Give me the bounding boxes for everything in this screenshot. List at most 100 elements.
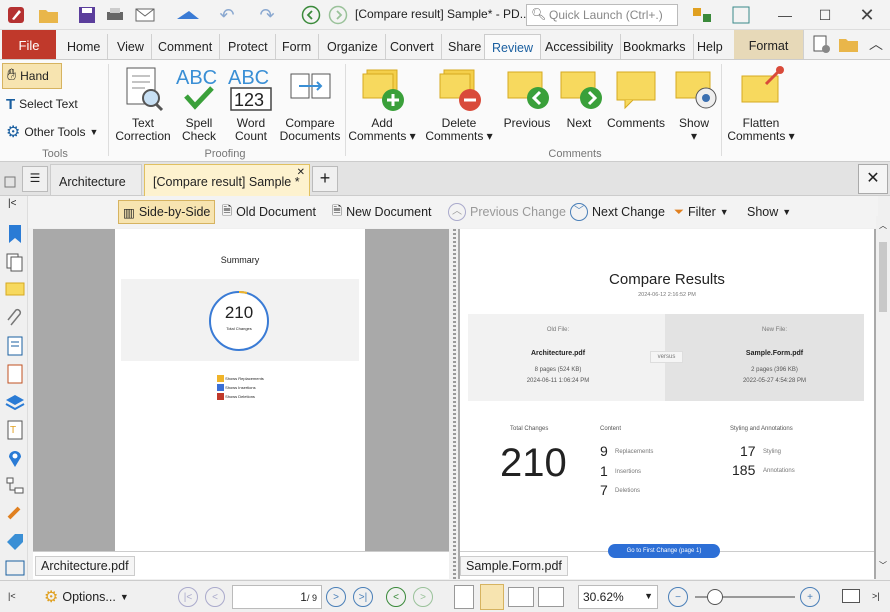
word-count-button[interactable]: ABC 123 Word Count bbox=[226, 64, 276, 143]
single-page-icon[interactable] bbox=[454, 585, 474, 609]
tab-comment[interactable]: Comment bbox=[151, 34, 221, 59]
new-document-button[interactable]: 🗎︎ New Document bbox=[328, 200, 436, 224]
tab-menu-icon[interactable]: ☰ bbox=[22, 166, 48, 192]
close-document-icon[interactable]: ✕ bbox=[858, 164, 888, 194]
scroll-down-icon[interactable]: ﹀ bbox=[879, 560, 887, 571]
left-document-pane[interactable]: Summary 210 Total Changes Shows Replacem… bbox=[33, 229, 449, 579]
flatten-comments-button[interactable]: Flatten Comments ▾ bbox=[724, 64, 798, 143]
minimize-icon[interactable]: — bbox=[770, 3, 800, 27]
vertical-scrollbar[interactable]: ︿ ﹀ bbox=[876, 216, 890, 580]
select-text-button[interactable]: T Select Text bbox=[2, 91, 82, 117]
email-icon[interactable] bbox=[131, 3, 161, 27]
signature-icon[interactable] bbox=[5, 364, 25, 384]
previous-page-icon[interactable]: < bbox=[205, 587, 225, 607]
comments-panel-icon[interactable] bbox=[5, 280, 25, 300]
attachment-icon[interactable] bbox=[5, 308, 25, 328]
quick-launch-search[interactable]: 🔍︎ Quick Launch (Ctrl+.) bbox=[526, 4, 678, 26]
last-page-icon[interactable]: >| bbox=[353, 587, 373, 607]
next-change-button[interactable]: ﹀ Next Change bbox=[566, 200, 669, 224]
zoom-select[interactable]: 30.62% ▼ bbox=[578, 585, 658, 609]
previous-change-button[interactable]: ︿ Previous Change bbox=[444, 200, 570, 224]
tab-bookmarks[interactable]: Bookmarks bbox=[616, 34, 694, 59]
scroll-thumb[interactable] bbox=[879, 242, 887, 312]
open-folder-icon[interactable] bbox=[34, 3, 64, 27]
bookmark-icon[interactable] bbox=[5, 224, 25, 244]
tab-home[interactable]: Home bbox=[60, 34, 109, 59]
filter-button[interactable]: ⏷ Filter ▼ bbox=[670, 200, 733, 224]
maximize-icon[interactable]: ☐ bbox=[810, 3, 840, 27]
fullscreen-icon[interactable] bbox=[730, 3, 752, 27]
add-comments-button[interactable]: Add Comments ▾ bbox=[348, 64, 416, 143]
forward-view-icon[interactable]: > bbox=[413, 587, 433, 607]
tab-review[interactable]: Review bbox=[484, 34, 541, 59]
tab-form[interactable]: Form bbox=[275, 34, 320, 59]
page-number-input[interactable]: 1/ 9 bbox=[232, 585, 322, 609]
back-icon[interactable] bbox=[300, 3, 322, 27]
forward-icon[interactable] bbox=[327, 3, 349, 27]
next-page-icon[interactable]: > bbox=[326, 587, 346, 607]
delete-comments-button[interactable]: Delete Comments ▾ bbox=[420, 64, 498, 143]
facing-continuous-icon[interactable] bbox=[538, 587, 564, 607]
tab-file[interactable]: File bbox=[2, 30, 56, 59]
app-logo-icon[interactable] bbox=[4, 3, 28, 27]
go-to-first-change-button[interactable]: Go to First Change (page 1) bbox=[608, 544, 720, 558]
layers-icon[interactable] bbox=[5, 392, 25, 412]
fields-icon[interactable]: T bbox=[5, 420, 25, 440]
structure-icon[interactable] bbox=[5, 476, 25, 496]
document-settings-icon[interactable] bbox=[808, 32, 834, 56]
collapse-ribbon-icon[interactable]: ︿ bbox=[866, 32, 886, 56]
location-icon[interactable] bbox=[5, 448, 25, 468]
zoom-in-icon[interactable]: + bbox=[800, 587, 820, 607]
side-by-side-button[interactable]: ▥ Side-by-Side bbox=[118, 200, 216, 224]
pane-splitter[interactable] bbox=[453, 229, 456, 579]
show-comments-button[interactable]: Show ▾ bbox=[670, 64, 718, 143]
close-window-icon[interactable]: ✕ bbox=[852, 3, 882, 27]
zoom-slider-handle[interactable] bbox=[707, 589, 723, 605]
tab-share[interactable]: Share bbox=[441, 34, 490, 59]
back-view-icon[interactable]: < bbox=[386, 587, 406, 607]
collapse-sidebar-icon[interactable]: |< bbox=[8, 591, 16, 601]
tab-compare-result[interactable]: [Compare result] Sample * ✕ bbox=[144, 164, 310, 196]
compare-documents-button[interactable]: Compare Documents bbox=[278, 64, 342, 143]
tab-format[interactable]: Format bbox=[734, 30, 804, 59]
new-tab-icon[interactable]: + bbox=[312, 166, 338, 192]
spell-check-button[interactable]: ABC Spell Check bbox=[175, 64, 223, 143]
hand-tool-button[interactable]: ✋︎ Hand bbox=[2, 63, 62, 89]
tab-convert[interactable]: Convert bbox=[383, 34, 442, 59]
fit-page-icon[interactable] bbox=[842, 589, 860, 603]
tab-accessibility[interactable]: Accessibility bbox=[538, 34, 622, 59]
undo-icon[interactable]: ↶ bbox=[215, 3, 239, 27]
next-comment-button[interactable]: Next bbox=[555, 64, 603, 130]
zoom-out-icon[interactable]: − bbox=[668, 587, 688, 607]
print-icon[interactable] bbox=[104, 3, 126, 27]
collapse-right-icon[interactable]: >| bbox=[872, 591, 880, 601]
other-tools-button[interactable]: ⚙ Other Tools ▼ bbox=[2, 119, 102, 145]
text-correction-button[interactable]: Text Correction bbox=[112, 64, 174, 143]
continuous-page-icon[interactable] bbox=[480, 584, 504, 610]
first-page-icon[interactable]: |< bbox=[178, 587, 198, 607]
tab-protect[interactable]: Protect bbox=[221, 34, 276, 59]
tab-view[interactable]: View bbox=[110, 34, 152, 59]
right-document-pane[interactable]: Compare Results 2024-06-12 2:16:52 PM Ol… bbox=[458, 229, 876, 579]
tab-organize[interactable]: Organize bbox=[320, 34, 386, 59]
scan-icon[interactable] bbox=[168, 3, 208, 27]
pin-icon[interactable] bbox=[4, 176, 16, 188]
show-button[interactable]: Show ▼ bbox=[743, 200, 795, 224]
pages-icon[interactable] bbox=[5, 252, 25, 272]
customize-icon[interactable] bbox=[684, 3, 720, 27]
comments-list-button[interactable]: Comments bbox=[604, 64, 668, 130]
scroll-up-icon[interactable]: ︿ bbox=[879, 220, 887, 231]
collapse-sidebar-icon[interactable]: |< bbox=[8, 198, 16, 209]
facing-pages-icon[interactable] bbox=[508, 587, 534, 607]
old-document-button[interactable]: 🗎︎ Old Document bbox=[218, 200, 320, 224]
save-icon[interactable] bbox=[76, 3, 98, 27]
folder-settings-icon[interactable] bbox=[836, 32, 862, 56]
measure-icon[interactable] bbox=[5, 558, 25, 578]
close-tab-icon[interactable]: ✕ bbox=[297, 167, 305, 178]
options-button[interactable]: ⚙ Options... ▼ bbox=[44, 587, 129, 607]
document-icon[interactable] bbox=[5, 336, 25, 356]
link-icon[interactable] bbox=[5, 504, 25, 524]
redo-icon[interactable]: ↷ bbox=[255, 3, 279, 27]
tab-help[interactable]: Help bbox=[690, 34, 730, 59]
previous-comment-button[interactable]: Previous bbox=[500, 64, 554, 130]
